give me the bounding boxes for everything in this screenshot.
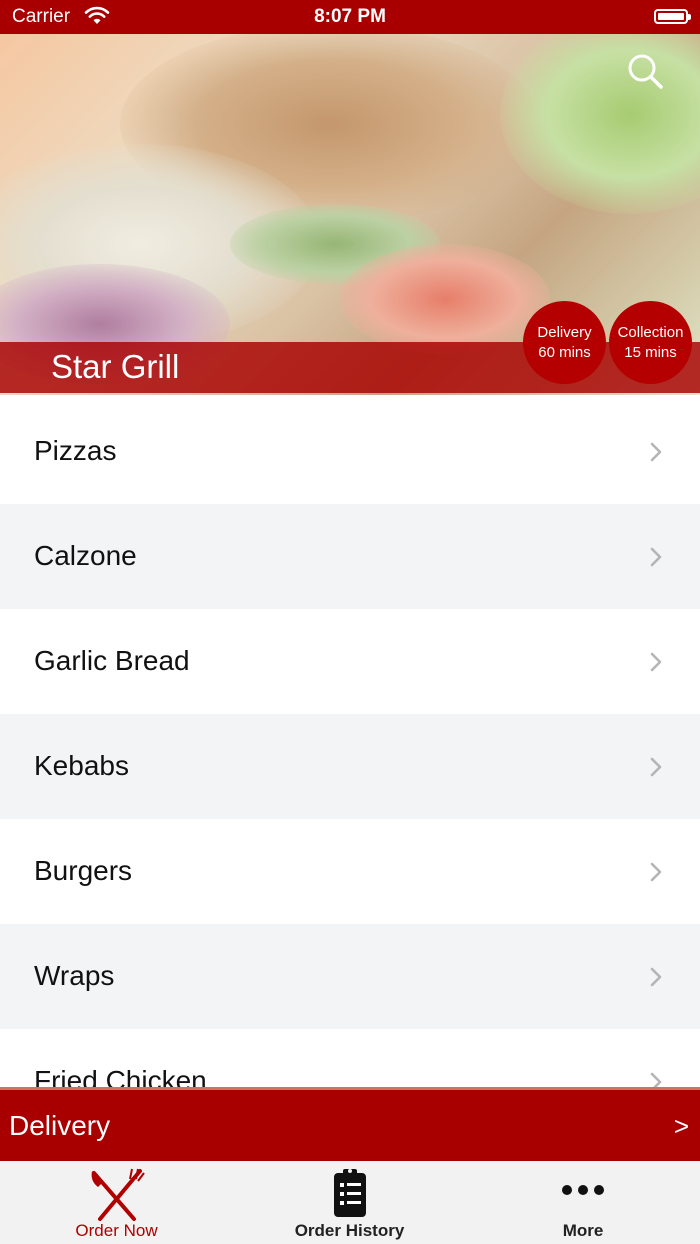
menu-category-fried-chicken[interactable]: Fried Chicken [0, 1029, 700, 1087]
tab-label: Order History [294, 1221, 405, 1240]
menu-category-pizzas[interactable]: Pizzas [0, 399, 700, 504]
order-mode-label: Delivery [9, 1110, 111, 1141]
chevron-right-icon [650, 442, 662, 462]
restaurant-name: Star Grill [51, 348, 180, 385]
menu-category-label: Kebabs [34, 750, 129, 781]
battery-icon [654, 9, 691, 24]
menu-category-calzone[interactable]: Calzone [0, 504, 700, 609]
menu-category-label: Calzone [34, 540, 137, 571]
menu-category-burgers[interactable]: Burgers [0, 819, 700, 924]
chevron-right-icon [650, 757, 662, 777]
delivery-badge-time: 60 mins [538, 343, 591, 361]
search-icon[interactable] [626, 52, 664, 90]
menu-category-garlic-bread[interactable]: Garlic Bread [0, 609, 700, 714]
collection-badge-time: 15 mins [624, 343, 677, 361]
menu-category-kebabs[interactable]: Kebabs [0, 714, 700, 819]
tab-more[interactable]: More [466, 1161, 700, 1244]
chevron-right-icon [650, 547, 662, 567]
more-dots-icon [561, 1183, 605, 1201]
fork-knife-icon [88, 1167, 146, 1228]
tab-label: Order Now [75, 1221, 158, 1240]
delivery-time-badge: Delivery 60 mins [523, 301, 606, 384]
chevron-right-icon [650, 652, 662, 672]
tab-label: More [562, 1221, 604, 1240]
clipboard-list-icon [330, 1167, 370, 1224]
menu-category-label: Garlic Bread [34, 645, 190, 676]
order-mode-bar[interactable]: Delivery > [0, 1087, 700, 1161]
menu-category-label: Fried Chicken [34, 1065, 207, 1087]
delivery-badge-label: Delivery [537, 323, 592, 341]
bottom-tab-bar: Order Now Order History More [0, 1161, 700, 1244]
status-time: 8:07 PM [314, 6, 386, 27]
menu-category-label: Wraps [34, 960, 115, 991]
tab-order-history[interactable]: Order History [233, 1161, 466, 1244]
chevron-right-icon [650, 1072, 662, 1087]
collection-badge-label: Collection [617, 323, 684, 341]
collection-time-badge: Collection 15 mins [609, 301, 692, 384]
menu-category-wraps[interactable]: Wraps [0, 924, 700, 1029]
chevron-right-icon [650, 862, 662, 882]
menu-category-list: Pizzas Calzone Garlic Bread Kebabs Burge… [0, 399, 700, 1087]
tab-order-now[interactable]: Order Now [0, 1161, 233, 1244]
order-mode-arrow: > [673, 1111, 689, 1141]
chevron-right-icon [650, 967, 662, 987]
menu-category-label: Burgers [34, 855, 133, 886]
menu-category-label: Pizzas [34, 435, 117, 466]
status-bar: Carrier 8:07 PM [0, 0, 700, 34]
